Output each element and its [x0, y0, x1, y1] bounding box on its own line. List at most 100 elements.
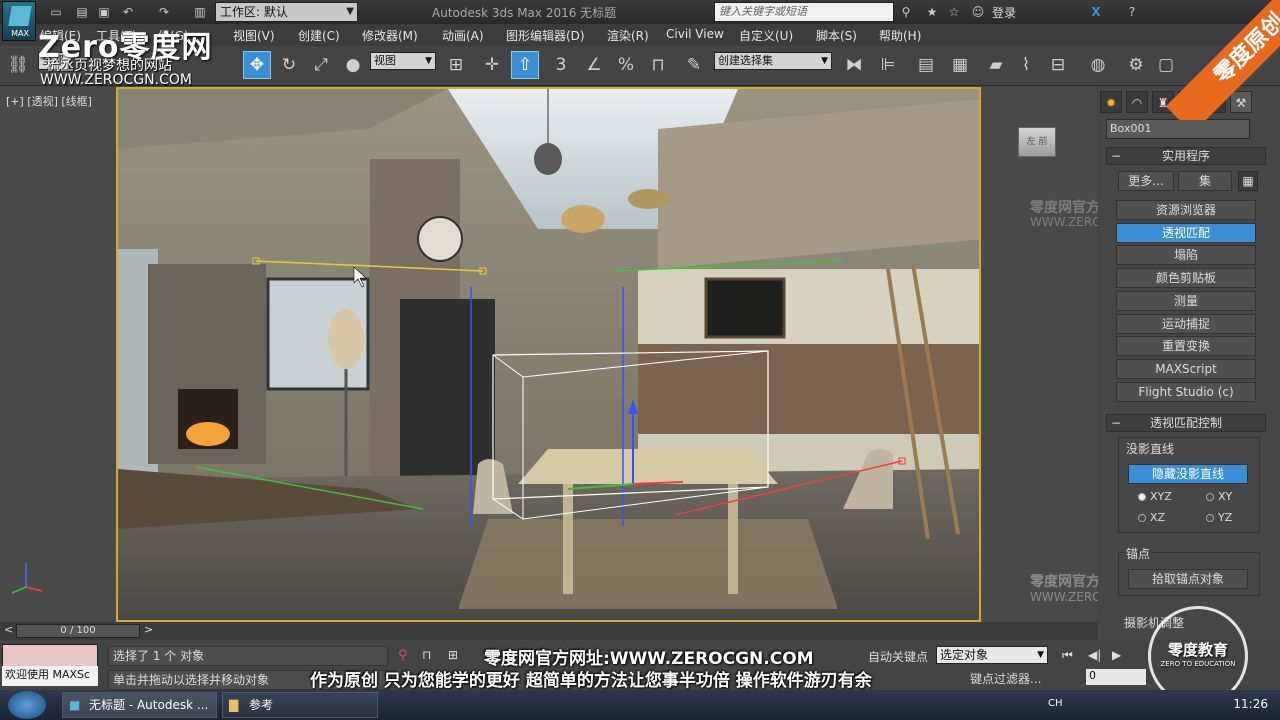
app-menu-button[interactable]: MAX	[2, 1, 36, 41]
badge-title: 零度教育	[1167, 641, 1228, 659]
edit-named-selection-icon[interactable]: ✎	[680, 51, 708, 79]
save-icon[interactable]: ▣	[96, 4, 112, 19]
search-input[interactable]: 键入关键字或短语	[714, 2, 894, 22]
menu-help[interactable]: 帮助(H)	[879, 27, 921, 44]
viewport-label[interactable]: [+] [透视] [线框]	[6, 93, 92, 109]
language-indicator[interactable]: CH	[1048, 698, 1063, 709]
prev-frame-icon[interactable]: <	[4, 623, 13, 636]
sets-button[interactable]: 集	[1178, 171, 1232, 191]
maxscript-welcome[interactable]: 欢迎使用 MAXSc	[2, 666, 98, 686]
spinner-snap-icon[interactable]: ⊓	[644, 51, 672, 79]
material-editor-icon[interactable]: ◍	[1084, 51, 1112, 79]
redo-icon[interactable]: ↷	[156, 4, 172, 19]
schematic-view-icon[interactable]: ⊟	[1044, 51, 1072, 79]
rollout-utilities[interactable]: − 实用程序	[1106, 147, 1266, 165]
time-slider[interactable]: 0 / 100	[16, 624, 140, 638]
snap-3d-icon[interactable]: 3	[547, 51, 575, 79]
radio-xz-label: XZ	[1150, 511, 1166, 524]
more-button[interactable]: 更多...	[1118, 171, 1174, 191]
reset-xform-button[interactable]: 重置变换	[1116, 336, 1256, 356]
scale-icon[interactable]: ⤢	[307, 51, 335, 79]
collapse-button[interactable]: 塌陷	[1116, 245, 1256, 265]
viewport-right-margin[interactable]	[981, 87, 1097, 622]
current-frame-field[interactable]: 0	[1086, 669, 1146, 685]
select-manipulate-icon[interactable]: ✛	[478, 51, 506, 79]
radio-xy[interactable]: XY	[1206, 490, 1232, 503]
keyboard-shortcut-override-icon[interactable]: ⇧	[511, 51, 539, 79]
move-icon[interactable]: ✥	[243, 51, 271, 79]
layer-manager-icon[interactable]: ▤	[912, 51, 940, 79]
pin-icon[interactable]: ⚲	[398, 648, 408, 663]
named-selection-set-dropdown[interactable]: 创建选择集 ▼	[714, 52, 832, 70]
taskbar-item-folder[interactable]: ▇ 参考	[222, 692, 378, 718]
rollout-perspective-match[interactable]: − 透视匹配控制	[1106, 414, 1266, 432]
login-link[interactable]: 登录	[992, 4, 1016, 21]
auto-key-label[interactable]: 自动关键点	[868, 648, 928, 665]
place-icon[interactable]: ●	[339, 51, 367, 79]
viewcube[interactable]: 左 前	[1018, 127, 1056, 157]
title-bar: MAX ▭ ▤ ▣ ↶ ↷ ▥ 工作区: 默认 ▼ Autodesk 3ds M…	[0, 0, 1280, 41]
taskbar-item-3dsmax[interactable]: ■ 无标题 - Autodesk ...	[62, 692, 217, 718]
pick-anchor-button[interactable]: 拾取锚点对象	[1128, 569, 1248, 589]
create-tab-icon[interactable]: ✹	[1100, 91, 1122, 113]
radio-yz[interactable]: YZ	[1206, 511, 1232, 524]
pivot-center-icon[interactable]: ⊞	[442, 51, 470, 79]
motion-capture-button[interactable]: 运动捕捉	[1116, 314, 1256, 334]
go-to-start-icon[interactable]: ⏮	[1062, 648, 1073, 663]
angle-snap-icon[interactable]: ∠	[580, 51, 608, 79]
chevron-down-icon: ▼	[1037, 650, 1044, 660]
star-icon[interactable]: ☆	[946, 4, 962, 19]
link-icon[interactable]: ⛓	[4, 51, 32, 79]
binoculars-icon[interactable]: ⚲	[898, 4, 914, 19]
menu-scripting[interactable]: 脚本(S)	[816, 27, 857, 44]
radio-xz[interactable]: XZ	[1138, 511, 1165, 524]
flight-studio-button[interactable]: Flight Studio (c)	[1116, 382, 1256, 402]
system-clock[interactable]: 11:26	[1233, 697, 1268, 711]
perspective-viewport[interactable]: 零度网官方网站	[116, 87, 981, 622]
align-icon[interactable]: ⊫	[874, 51, 902, 79]
measure-button[interactable]: 测量	[1116, 291, 1256, 311]
project-folder-icon[interactable]: ▥	[192, 4, 208, 19]
mirror-icon[interactable]: ⧓	[840, 51, 868, 79]
play-icon[interactable]: ▶	[1112, 648, 1121, 662]
menu-views[interactable]: 视图(V)	[233, 27, 275, 44]
workspace-dropdown[interactable]: 工作区: 默认 ▼	[215, 2, 358, 22]
configure-sets-icon[interactable]: ▦	[1238, 171, 1258, 191]
ref-coord-dropdown[interactable]: 视图 ▼	[370, 52, 436, 70]
radio-xyz[interactable]: XYZ	[1138, 490, 1172, 503]
maxscript-button[interactable]: MAXScript	[1116, 359, 1256, 379]
perspective-match-button[interactable]: 透视匹配	[1116, 223, 1256, 243]
start-button[interactable]	[8, 691, 46, 719]
object-name-field[interactable]: Box001	[1106, 119, 1250, 139]
asset-browser-button[interactable]: 资源浏览器	[1116, 200, 1256, 220]
lock-icon[interactable]: ⊓	[422, 648, 431, 662]
open-folder-icon[interactable]: ▤	[74, 4, 90, 19]
menu-civil-view[interactable]: Civil View	[666, 27, 724, 41]
hide-vanishing-lines-button[interactable]: 隐藏没影直线	[1128, 464, 1248, 484]
percent-snap-icon[interactable]: %	[612, 51, 640, 79]
absolute-mode-icon[interactable]: ⊞	[448, 648, 458, 662]
key-set-dropdown[interactable]: 选定对象 ▼	[936, 646, 1048, 664]
toggle-ribbon-icon[interactable]: ▰	[982, 51, 1010, 79]
viewport-left-margin[interactable]: [+] [透视] [线框]	[0, 87, 116, 622]
menu-graph-editors[interactable]: 图形编辑器(D)	[506, 27, 585, 44]
menu-modifiers[interactable]: 修改器(M)	[362, 27, 418, 44]
axis-tripod-icon	[11, 563, 43, 594]
user-icon[interactable]: ☺	[970, 4, 986, 19]
prev-key-icon[interactable]: ◀|	[1088, 648, 1101, 662]
rotate-icon[interactable]: ↻	[275, 51, 303, 79]
menu-create[interactable]: 创建(C)	[298, 27, 340, 44]
menu-rendering[interactable]: 渲染(R)	[607, 27, 649, 44]
exchange-icon[interactable]: X	[1088, 4, 1104, 19]
menu-animation[interactable]: 动画(A)	[442, 27, 484, 44]
curve-editor-icon[interactable]: ⌇	[1012, 51, 1040, 79]
key-filters-button[interactable]: 键点过滤器...	[970, 670, 1041, 687]
color-clipboard-button[interactable]: 颜色剪贴板	[1116, 268, 1256, 288]
next-frame-icon[interactable]: >	[144, 623, 153, 636]
menu-customize[interactable]: 自定义(U)	[739, 27, 793, 44]
scene-explorer-icon[interactable]: ▦	[946, 51, 974, 79]
new-file-icon[interactable]: ▭	[48, 4, 64, 19]
undo-icon[interactable]: ↶	[120, 4, 136, 19]
vanishing-lines-label: 没影直线	[1126, 442, 1175, 456]
favorites-icon[interactable]: ★	[924, 4, 940, 19]
